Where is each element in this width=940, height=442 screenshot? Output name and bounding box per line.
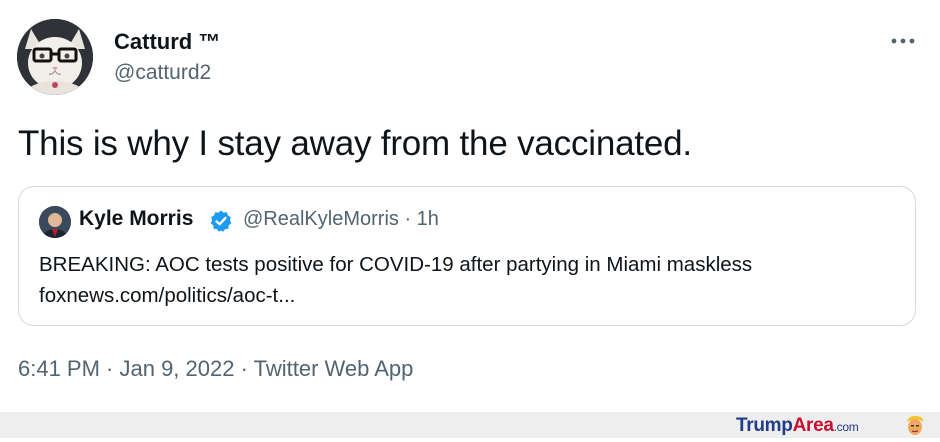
quoted-tweet[interactable]: Kyle Morris @RealKyleMorris · 1h BREAKIN… <box>18 186 916 326</box>
quoted-tweet-text: BREAKING: AOC tests positive for COVID-1… <box>39 249 752 311</box>
quoted-link[interactable]: foxnews.com/politics/aoc-t... <box>39 280 752 311</box>
author-display-name[interactable]: Catturd ™ <box>114 29 220 55</box>
quoted-author-avatar[interactable] <box>39 206 71 238</box>
tweet-text: This is why I stay away from the vaccina… <box>18 124 692 163</box>
tweet-timestamp[interactable]: 6:41 PM · Jan 9, 2022 · Twitter Web App <box>18 356 413 382</box>
more-horizontal-icon[interactable] <box>888 30 918 52</box>
watermark-part: .com <box>833 420 859 434</box>
quoted-text-line: BREAKING: AOC tests positive for COVID-1… <box>39 253 753 276</box>
site-watermark: TrumpArea.com <box>736 415 859 437</box>
author-handle[interactable]: @catturd2 <box>114 61 211 85</box>
person-avatar-icon <box>39 206 71 238</box>
watermark-part: Trump <box>736 415 793 436</box>
trump-face-logo-icon <box>903 413 927 437</box>
catturd-avatar[interactable] <box>17 19 93 95</box>
tweet-card: Catturd ™ @catturd2 This is why I stay a… <box>0 0 940 412</box>
quoted-author-name[interactable]: Kyle Morris <box>79 207 193 231</box>
cat-with-glasses-icon <box>17 19 93 95</box>
verified-badge-icon <box>209 209 233 233</box>
quoted-author-handle-time[interactable]: @RealKyleMorris · 1h <box>243 208 439 231</box>
watermark-part: Area <box>792 415 834 436</box>
